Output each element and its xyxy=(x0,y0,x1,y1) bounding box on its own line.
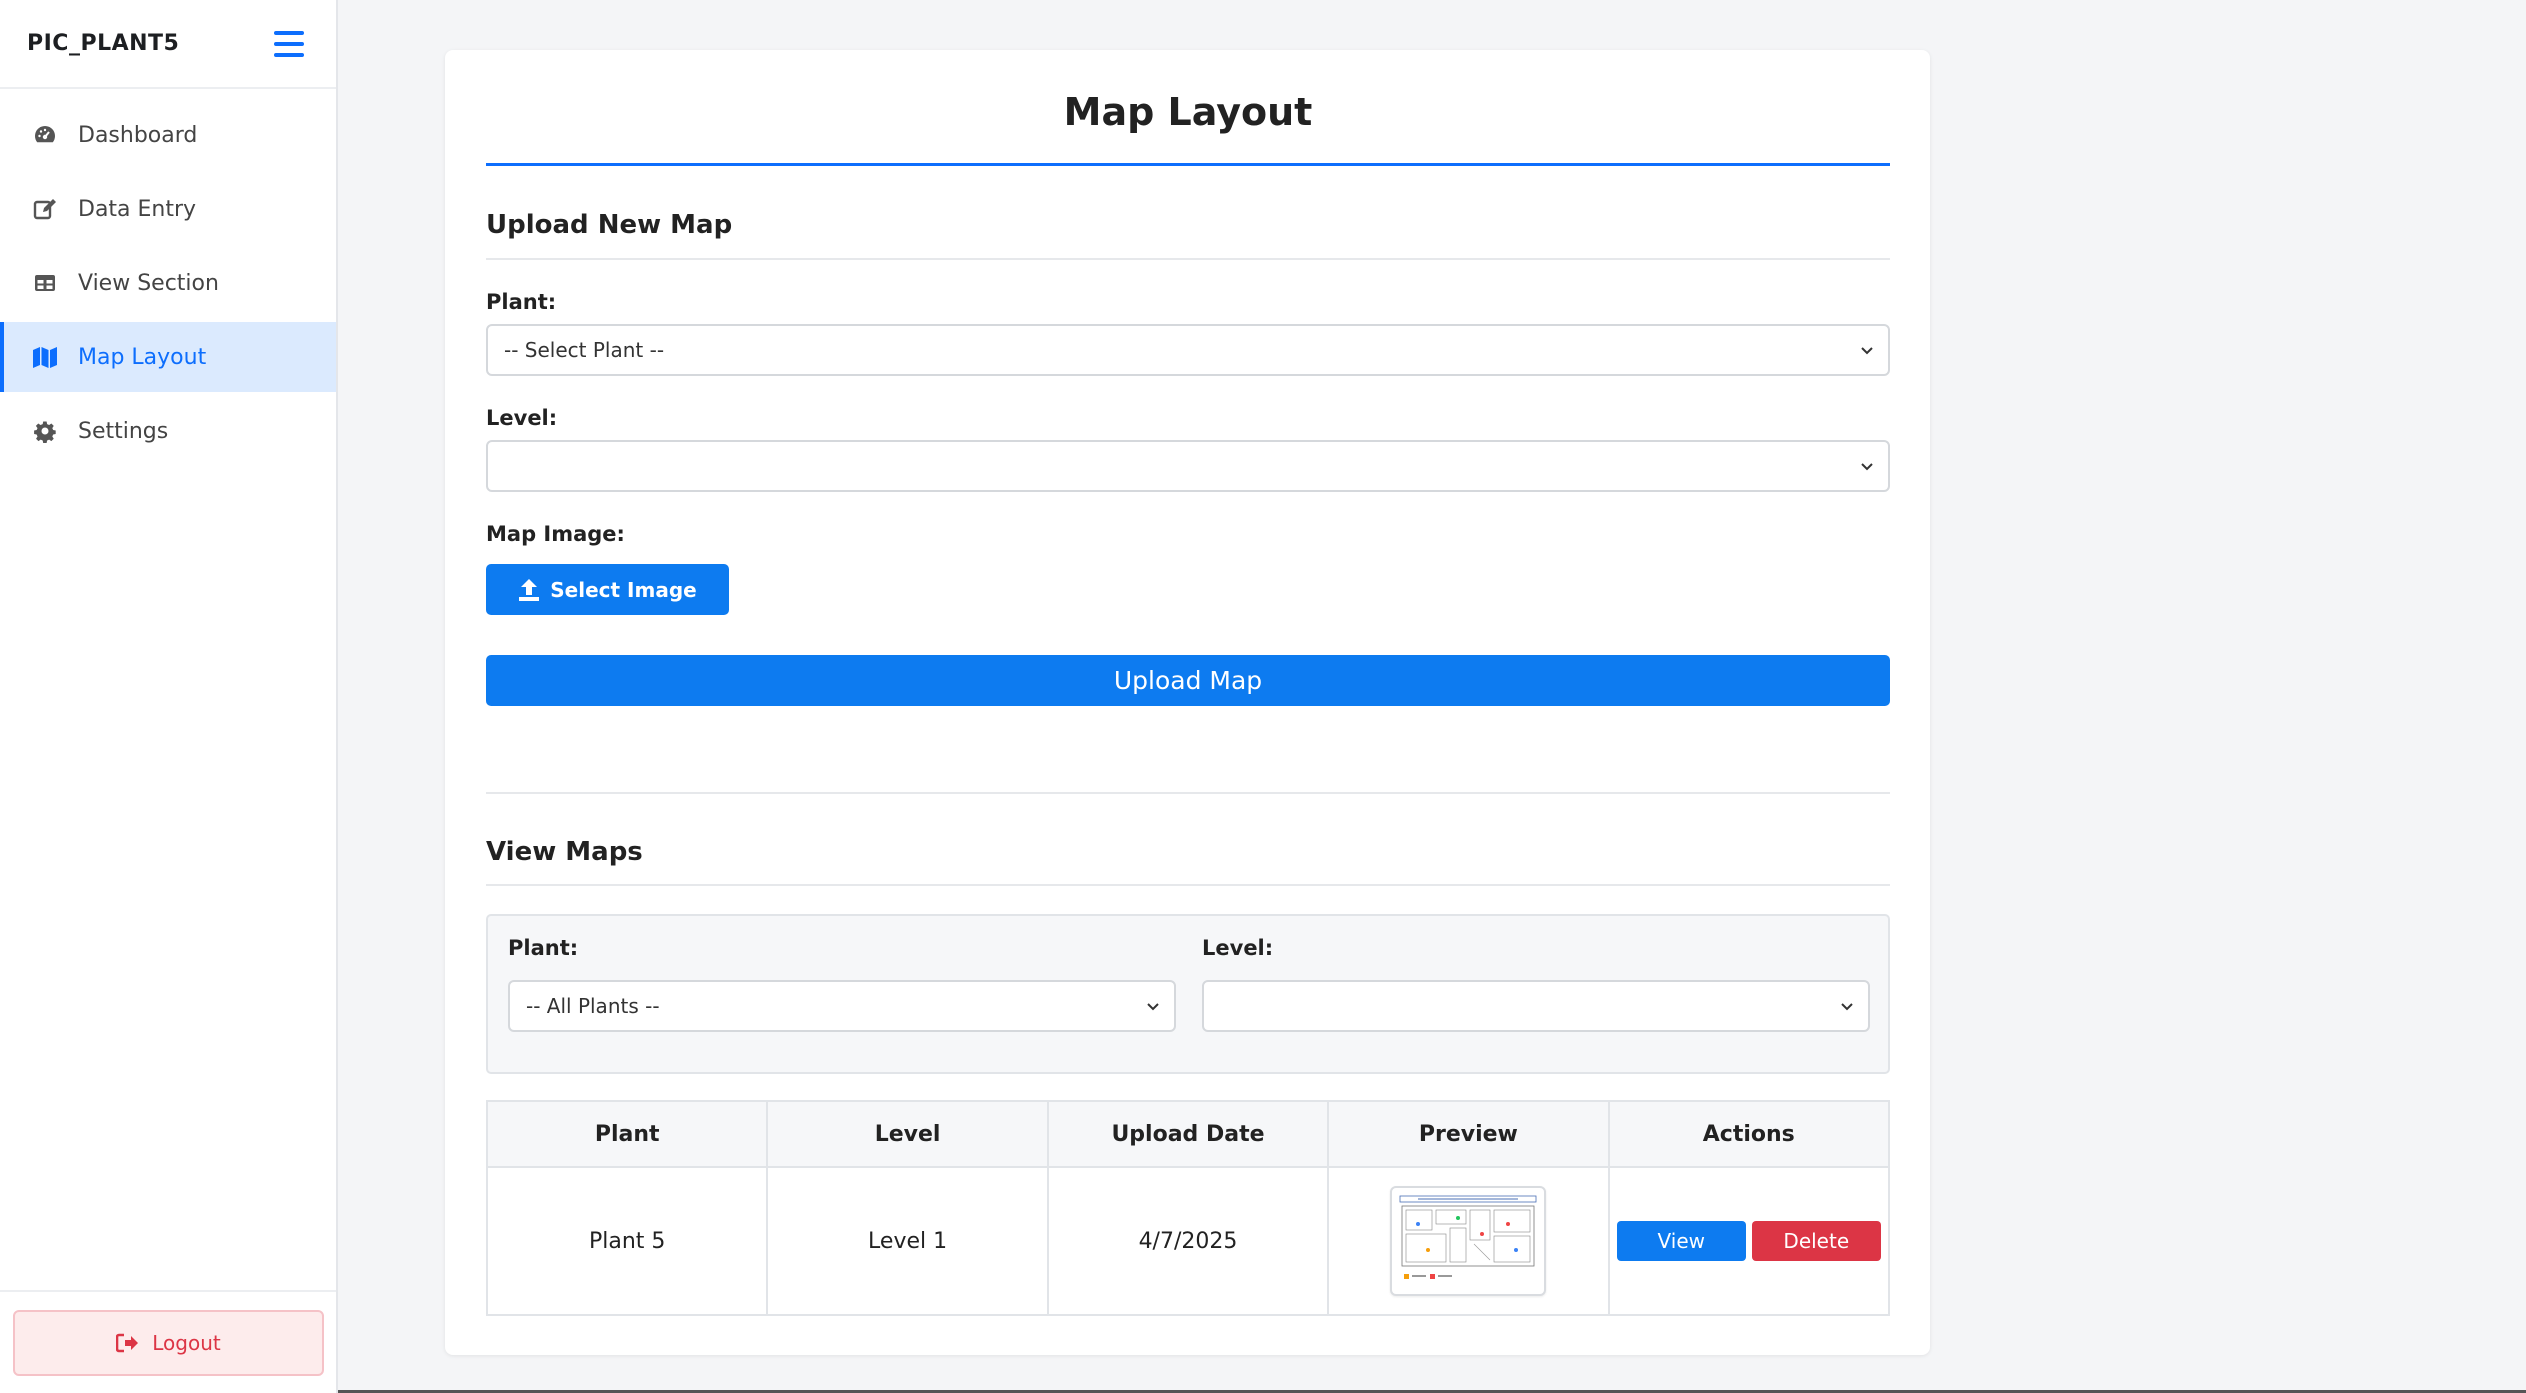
app-title: PIC_PLANT5 xyxy=(27,31,180,56)
filter-level-label: Level: xyxy=(1202,936,1274,960)
sidebar-item-label: Dashboard xyxy=(78,122,198,148)
menu-toggle-icon[interactable] xyxy=(274,30,304,57)
map-preview-thumbnail[interactable] xyxy=(1390,1186,1547,1296)
map-icon xyxy=(32,344,58,370)
logout-button[interactable]: Logout xyxy=(13,1310,324,1376)
filter-plant-select[interactable]: -- All Plants -- xyxy=(508,980,1176,1032)
sidebar-nav: Dashboard Data Entry View Section Map La… xyxy=(0,89,336,466)
select-image-button[interactable]: Select Image xyxy=(486,564,729,615)
gauge-icon xyxy=(32,122,58,148)
filter-plant-value: -- All Plants -- xyxy=(526,994,660,1018)
map-layout-card: Map Layout Upload New Map Plant: -- Sele… xyxy=(445,50,1930,1355)
sidebar-header: PIC_PLANT5 xyxy=(0,0,336,89)
divider xyxy=(486,884,1890,886)
edit-icon xyxy=(32,196,58,222)
chevron-down-icon xyxy=(1861,347,1873,355)
upload-map-label: Upload Map xyxy=(1113,666,1263,695)
upload-icon xyxy=(518,578,540,602)
cell-level: Level 1 xyxy=(766,1166,1049,1316)
chevron-down-icon xyxy=(1841,1003,1853,1011)
map-image-label: Map Image: xyxy=(486,522,625,546)
sidebar-item-label: Map Layout xyxy=(78,344,207,370)
sidebar-item-map-layout[interactable]: Map Layout xyxy=(0,322,336,392)
view-maps-section-title: View Maps xyxy=(486,837,643,867)
upload-plant-value: -- Select Plant -- xyxy=(504,338,665,362)
chevron-down-icon xyxy=(1861,463,1873,471)
sidebar-item-label: View Section xyxy=(78,270,219,296)
cell-actions: View Delete xyxy=(1607,1166,1891,1316)
upload-level-select[interactable] xyxy=(486,440,1890,492)
gear-icon xyxy=(32,418,58,444)
sidebar-item-data-entry[interactable]: Data Entry xyxy=(0,174,336,244)
sidebar: PIC_PLANT5 Dashboard Data Entry View Sec… xyxy=(0,0,338,1393)
select-image-label: Select Image xyxy=(550,577,697,602)
cell-preview xyxy=(1327,1166,1610,1316)
logout-label: Logout xyxy=(152,1331,221,1355)
sidebar-footer: Logout xyxy=(0,1290,336,1393)
filter-level-select[interactable] xyxy=(1202,980,1870,1032)
sidebar-item-label: Settings xyxy=(78,418,169,444)
upload-map-button[interactable]: Upload Map xyxy=(486,655,1890,706)
sidebar-item-dashboard[interactable]: Dashboard xyxy=(0,100,336,170)
upload-plant-select[interactable]: -- Select Plant -- xyxy=(486,324,1890,376)
filter-panel: Plant: -- All Plants -- Level: xyxy=(486,914,1890,1074)
divider xyxy=(486,792,1890,794)
view-button[interactable]: View xyxy=(1616,1221,1746,1261)
sidebar-item-settings[interactable]: Settings xyxy=(0,396,336,466)
sidebar-item-label: Data Entry xyxy=(78,196,197,222)
cell-plant: Plant 5 xyxy=(485,1166,769,1316)
maps-table-wrapper: Plant Level Upload Date Preview Actions … xyxy=(485,1100,1891,1316)
column-header: Actions xyxy=(1607,1100,1891,1168)
column-header: Plant xyxy=(485,1100,769,1168)
divider xyxy=(486,258,1890,260)
page-title: Map Layout xyxy=(486,90,1890,166)
upload-level-label: Level: xyxy=(486,406,558,430)
cell-upload-date: 4/7/2025 xyxy=(1046,1166,1330,1316)
logout-icon xyxy=(116,1333,139,1353)
delete-button[interactable]: Delete xyxy=(1751,1221,1881,1261)
column-header: Level xyxy=(766,1100,1049,1168)
column-header: Upload Date xyxy=(1046,1100,1330,1168)
chevron-down-icon xyxy=(1147,1003,1159,1011)
floor-plan-image xyxy=(1399,1195,1537,1279)
column-header: Preview xyxy=(1327,1100,1610,1168)
upload-plant-label: Plant: xyxy=(486,290,557,314)
sidebar-item-view-section[interactable]: View Section xyxy=(0,248,336,318)
table-icon xyxy=(32,270,58,296)
table-row: Plant 5 Level 1 4/7/2025 View Delete xyxy=(485,1166,1891,1316)
upload-section-title: Upload New Map xyxy=(486,210,733,240)
filter-plant-label: Plant: xyxy=(508,936,579,960)
maps-table: Plant Level Upload Date Preview Actions … xyxy=(485,1100,1891,1316)
table-header-row: Plant Level Upload Date Preview Actions xyxy=(485,1100,1891,1168)
